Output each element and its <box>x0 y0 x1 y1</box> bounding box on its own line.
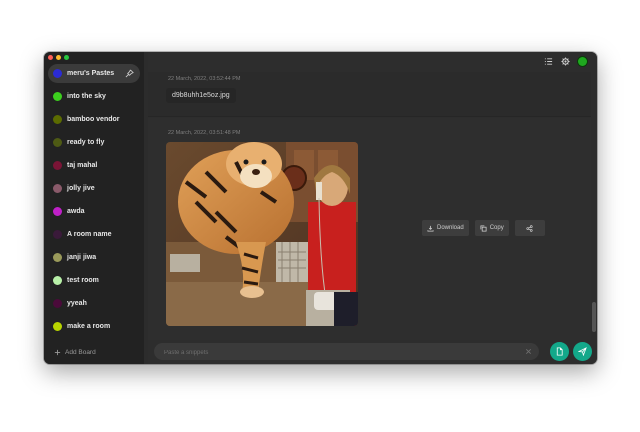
board-color-dot <box>53 184 62 193</box>
add-board-button[interactable]: Add Board <box>54 349 96 356</box>
add-board-label: Add Board <box>65 349 96 356</box>
app-window: meru's Pastes into the sky bamboo vendor… <box>44 52 597 364</box>
paste-entry[interactable]: 22 March, 2022, 03:51:48 PM Download Cop… <box>148 118 591 340</box>
sidebar-item-a-room-name[interactable]: A room name <box>48 225 140 244</box>
file-icon <box>556 347 563 356</box>
sidebar-item-jolly-jive[interactable]: jolly jive <box>48 179 140 198</box>
send-button[interactable] <box>573 342 592 361</box>
sidebar-item-label: ready to fly <box>67 139 105 146</box>
board-color-dot <box>53 299 62 308</box>
sidebar-item-yyeah[interactable]: yyeah <box>48 294 140 313</box>
gear-icon[interactable] <box>561 57 570 66</box>
tiger-photo-image <box>166 142 358 326</box>
board-color-dot <box>53 92 62 101</box>
board-color-dot <box>53 276 62 285</box>
sidebar-item-test-room[interactable]: test room <box>48 271 140 290</box>
sidebar-item-make-a-room[interactable]: make a room <box>48 317 140 336</box>
paste-input[interactable] <box>162 343 526 362</box>
sidebar-item-awda[interactable]: awda <box>48 202 140 221</box>
status-icon[interactable] <box>578 57 587 66</box>
sidebar-item-ready-to-fly[interactable]: ready to fly <box>48 133 140 152</box>
download-button[interactable]: Download <box>422 220 469 236</box>
board-color-dot <box>53 322 62 331</box>
close-window-button[interactable] <box>48 55 53 60</box>
list-icon[interactable] <box>544 57 553 66</box>
download-label: Download <box>437 225 464 231</box>
window-controls <box>48 55 69 60</box>
entry-filename[interactable]: d9b8uhh1e5oz.jpg <box>166 88 236 103</box>
board-color-dot <box>53 161 62 170</box>
sidebar-item-label: yyeah <box>67 300 87 307</box>
sidebar: meru's Pastes into the sky bamboo vendor… <box>44 52 144 364</box>
sidebar-item-taj-mahal[interactable]: taj mahal <box>48 156 140 175</box>
clear-icon[interactable] <box>525 348 532 355</box>
sidebar-item-label: taj mahal <box>67 162 98 169</box>
board-color-dot <box>53 207 62 216</box>
top-toolbar <box>544 57 587 66</box>
share-button[interactable] <box>514 220 545 236</box>
plus-icon <box>54 349 61 356</box>
sidebar-item-merus-pastes[interactable]: meru's Pastes <box>48 64 140 83</box>
paste-composer <box>154 343 539 362</box>
board-color-dot <box>53 138 62 147</box>
image-preview[interactable] <box>166 142 358 326</box>
entry-actions: Download Copy <box>422 220 545 236</box>
sidebar-item-label: janji jiwa <box>67 254 97 261</box>
sidebar-item-janji-jiwa[interactable]: janji jiwa <box>48 248 140 267</box>
entry-timestamp: 22 March, 2022, 03:51:48 PM <box>168 130 241 136</box>
maximize-window-button[interactable] <box>64 55 69 60</box>
sidebar-item-label: into the sky <box>67 93 106 100</box>
copy-button[interactable]: Copy <box>474 220 509 236</box>
attach-file-button[interactable] <box>550 342 569 361</box>
sidebar-item-label: awda <box>67 208 85 215</box>
sidebar-item-label: test room <box>67 277 99 284</box>
paste-feed: 22 March, 2022, 03:52:44 PM d9b8uhh1e5oz… <box>148 52 597 364</box>
sidebar-item-label: jolly jive <box>67 185 95 192</box>
board-color-dot <box>53 115 62 124</box>
feed-scrollbar[interactable] <box>592 302 596 332</box>
copy-icon <box>480 224 487 232</box>
sidebar-item-label: make a room <box>67 323 111 330</box>
board-list: meru's Pastes into the sky bamboo vendor… <box>48 64 140 340</box>
entry-timestamp: 22 March, 2022, 03:52:44 PM <box>168 76 241 82</box>
sidebar-item-into-the-sky[interactable]: into the sky <box>48 87 140 106</box>
board-color-dot <box>53 230 62 239</box>
sidebar-item-label: meru's Pastes <box>67 70 115 77</box>
sidebar-item-label: A room name <box>67 231 112 238</box>
minimize-window-button[interactable] <box>56 55 61 60</box>
copy-label: Copy <box>489 225 504 231</box>
download-icon <box>427 225 434 232</box>
send-icon <box>578 347 587 356</box>
sidebar-item-label: bamboo vendor <box>67 116 120 123</box>
board-color-dot <box>53 69 62 78</box>
pin-icon[interactable] <box>125 69 134 78</box>
paste-entry[interactable]: 22 March, 2022, 03:52:44 PM d9b8uhh1e5oz… <box>148 72 591 117</box>
share-icon <box>526 224 533 232</box>
sidebar-item-bamboo-vendor[interactable]: bamboo vendor <box>48 110 140 129</box>
board-color-dot <box>53 253 62 262</box>
